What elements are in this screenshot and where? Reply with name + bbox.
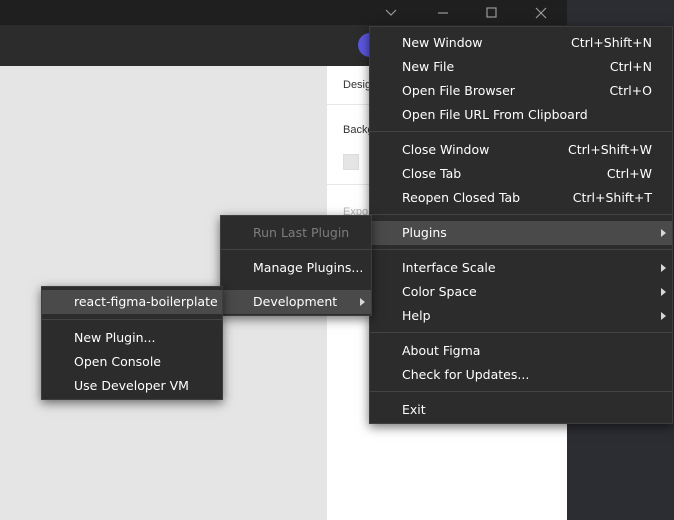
menu-item-shortcut: Ctrl+O	[609, 83, 652, 98]
maximize-icon[interactable]	[468, 0, 514, 25]
menu-item-new-plugin[interactable]: New Plugin...	[42, 326, 222, 350]
menu-item-label: Plugins	[402, 225, 447, 240]
menu-item-color-space[interactable]: Color Space	[370, 280, 672, 304]
menu-item-label: Close Window	[402, 142, 490, 157]
menu-item-label: New Window	[402, 35, 483, 50]
menu-item-manage-plugins[interactable]: Manage Plugins...	[221, 256, 371, 280]
menu-item-open-file-browser[interactable]: Open File Browser Ctrl+O	[370, 79, 672, 103]
menu-item-label: New Plugin...	[74, 330, 156, 345]
menu-item-shortcut: Ctrl+Shift+T	[572, 190, 652, 205]
menu-item-new-window[interactable]: New Window Ctrl+Shift+N	[370, 31, 672, 55]
menu-item-shortcut: Ctrl+N	[609, 59, 652, 74]
menu-separator	[221, 249, 371, 250]
chevron-right-icon	[661, 229, 666, 237]
menu-separator	[42, 319, 222, 320]
menu-item-label: Check for Updates...	[402, 367, 530, 382]
menu-item-label: Manage Plugins...	[253, 260, 364, 275]
menu-separator	[370, 332, 672, 333]
menu-separator	[370, 214, 672, 215]
menu-item-check-updates[interactable]: Check for Updates...	[370, 363, 672, 387]
chevron-down-icon[interactable]	[368, 0, 414, 25]
chevron-right-icon	[360, 298, 365, 306]
close-icon[interactable]	[518, 0, 564, 25]
menu-item-label: Color Space	[402, 284, 477, 299]
menu-item-label: Open Console	[74, 354, 161, 369]
menu-item-label: Open File Browser	[402, 83, 515, 98]
menu-item-new-file[interactable]: New File Ctrl+N	[370, 55, 672, 79]
menu-item-open-file-url[interactable]: Open File URL From Clipboard	[370, 103, 672, 127]
menu-item-label: react-figma-boilerplate	[74, 294, 218, 309]
menu-item-open-console[interactable]: Open Console	[42, 350, 222, 374]
menu-item-label: Run Last Plugin	[253, 225, 350, 240]
menu-item-run-last-plugin[interactable]: Run Last Plugin	[221, 221, 371, 245]
main-menu: New Window Ctrl+Shift+N New File Ctrl+N …	[369, 26, 673, 424]
menu-item-label: New File	[402, 59, 455, 74]
chevron-right-icon	[661, 264, 666, 272]
menu-item-help[interactable]: Help	[370, 304, 672, 328]
chevron-right-icon	[661, 312, 666, 320]
menu-separator	[370, 249, 672, 250]
menu-item-development[interactable]: Development	[221, 290, 371, 314]
menu-item-reopen-closed-tab[interactable]: Reopen Closed Tab Ctrl+Shift+T	[370, 186, 672, 210]
menu-item-close-tab[interactable]: Close Tab Ctrl+W	[370, 162, 672, 186]
menu-separator	[370, 391, 672, 392]
menu-item-react-figma-boilerplate[interactable]: react-figma-boilerplate	[42, 290, 222, 314]
menu-item-label: Development	[253, 294, 338, 309]
menu-item-shortcut: Ctrl+Shift+N	[571, 35, 652, 50]
development-submenu: react-figma-boilerplate New Plugin... Op…	[41, 286, 223, 400]
menu-item-shortcut: Ctrl+Shift+W	[568, 142, 652, 157]
menu-item-label: Interface Scale	[402, 260, 496, 275]
menu-item-close-window[interactable]: Close Window Ctrl+Shift+W	[370, 138, 672, 162]
menu-item-label: Help	[402, 308, 431, 323]
menu-item-use-developer-vm[interactable]: Use Developer VM	[42, 374, 222, 398]
menu-item-label: Reopen Closed Tab	[402, 190, 521, 205]
menu-item-plugins[interactable]: Plugins	[370, 221, 672, 245]
menu-item-label: Close Tab	[402, 166, 462, 181]
menu-separator	[370, 131, 672, 132]
menu-item-label: Exit	[402, 402, 426, 417]
menu-item-shortcut: Ctrl+W	[606, 166, 652, 181]
plugins-submenu: Run Last Plugin Manage Plugins... Develo…	[220, 215, 372, 316]
menu-item-about[interactable]: About Figma	[370, 339, 672, 363]
chevron-right-icon	[661, 288, 666, 296]
menu-item-exit[interactable]: Exit	[370, 398, 672, 422]
menu-item-label: Open File URL From Clipboard	[402, 107, 588, 122]
menu-item-interface-scale[interactable]: Interface Scale	[370, 256, 672, 280]
design-tab[interactable]: Desig	[343, 79, 371, 91]
minimize-icon[interactable]	[420, 0, 466, 25]
menu-item-label: Use Developer VM	[74, 378, 189, 393]
menu-item-label: About Figma	[402, 343, 481, 358]
background-swatch[interactable]	[343, 154, 359, 170]
